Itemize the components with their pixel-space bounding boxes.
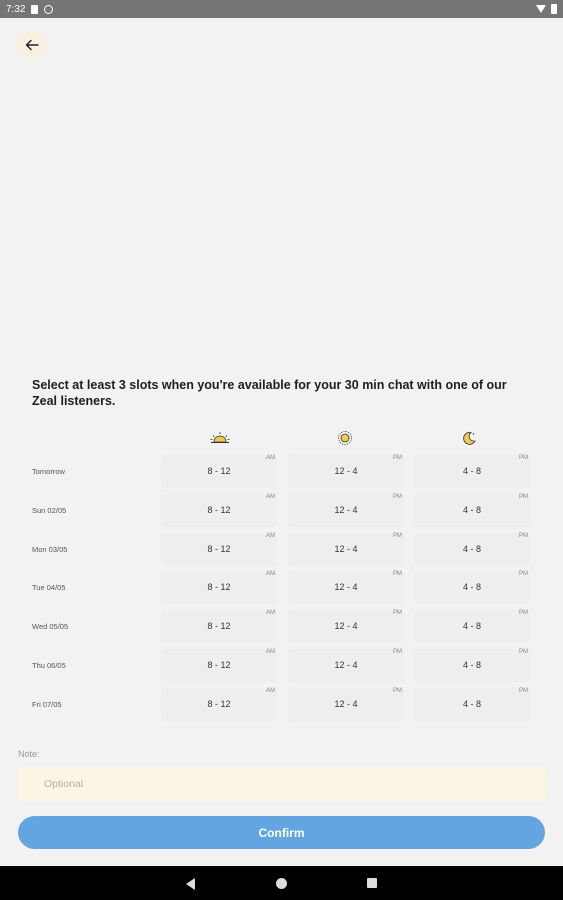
time-slot[interactable]: 4 - 8 PM (414, 571, 530, 605)
sunrise-icon (210, 429, 230, 447)
slot-period: PM (393, 493, 402, 500)
slot-period: PM (519, 571, 528, 578)
slot-range: 12 - 4 (334, 621, 358, 632)
day-label: Tomorrow (32, 467, 65, 476)
time-slot[interactable]: 12 - 4 PM (288, 649, 404, 682)
time-slot[interactable]: 12 - 4 PM (288, 610, 404, 644)
slot-range: 8 - 12 (207, 466, 231, 476)
time-slot[interactable]: 12 - 4 PM (288, 493, 404, 527)
slot-range: 4 - 8 (462, 582, 481, 593)
time-slot[interactable]: 12 - 4 PM (288, 571, 404, 605)
day-label: Tue 04/05 (32, 583, 66, 593)
arrow-left-icon (25, 39, 39, 51)
slot-period: PM (519, 455, 528, 461)
slot-range: 12 - 4 (334, 660, 358, 670)
nav-bar (0, 866, 563, 900)
time-slot[interactable]: 8 - 12 AM (161, 455, 277, 488)
time-slot[interactable]: 4 - 8 PM (414, 649, 530, 682)
time-slot[interactable]: 8 - 12 AM (161, 532, 277, 566)
time-slot[interactable]: 8 - 12 AM (161, 649, 277, 682)
slot-period: AM (266, 455, 275, 461)
slot-range: 4 - 8 (462, 504, 481, 515)
slot-range: 8 - 12 (207, 543, 231, 554)
note-label: Note: (18, 749, 40, 759)
status-time: 7:32 (6, 3, 26, 15)
slot-period: PM (519, 493, 528, 500)
slot-period: AM (266, 610, 275, 617)
slot-range: 4 - 8 (462, 621, 481, 632)
slot-range: 8 - 12 (207, 698, 231, 709)
nav-back-icon[interactable] (186, 878, 195, 890)
day-label: Wed 05/05 (32, 622, 69, 632)
sun-icon (335, 429, 355, 447)
slot-range: 8 - 12 (207, 582, 231, 593)
slot-period: PM (519, 532, 528, 539)
slot-period: AM (266, 571, 275, 578)
time-slot[interactable]: 8 - 12 AM (161, 493, 277, 527)
time-slot[interactable]: 8 - 12 AM (161, 687, 277, 721)
slot-period: PM (519, 687, 528, 694)
time-slot[interactable]: 4 - 8 PM (414, 455, 530, 488)
wifi-icon (536, 5, 546, 13)
moon-icon (459, 429, 479, 447)
day-label: Sun 02/05 (32, 505, 67, 515)
slot-range: 8 - 12 (207, 504, 231, 515)
time-slot[interactable]: 12 - 4 PM (288, 687, 404, 721)
confirm-button[interactable]: Confirm (18, 816, 545, 849)
slot-period: PM (393, 571, 402, 578)
slot-period: PM (393, 610, 402, 617)
sd-card-icon (31, 4, 39, 14)
slot-period: PM (393, 649, 402, 655)
nav-recents-icon[interactable] (367, 878, 377, 888)
instruction-text: Select at least 3 slots when you're avai… (32, 378, 507, 408)
slot-range: 4 - 8 (462, 660, 481, 670)
status-bar: 7:32 (0, 0, 563, 18)
slot-range: 8 - 12 (207, 621, 231, 632)
slot-period: PM (393, 455, 402, 461)
slot-period: PM (519, 610, 528, 617)
time-slot[interactable]: 4 - 8 PM (414, 610, 530, 644)
day-label: Thu 06/05 (32, 661, 66, 670)
slot-range: 12 - 4 (334, 698, 358, 709)
nav-home-icon[interactable] (276, 878, 287, 889)
sync-icon (44, 4, 54, 14)
back-button[interactable] (17, 30, 47, 60)
slot-range: 8 - 12 (207, 660, 231, 670)
note-input[interactable] (18, 767, 545, 801)
time-slot[interactable]: 4 - 8 PM (414, 687, 530, 721)
slot-range: 4 - 8 (462, 543, 481, 554)
slot-range: 4 - 8 (462, 698, 481, 709)
slot-period: AM (266, 687, 275, 694)
time-slot[interactable]: 12 - 4 PM (288, 455, 404, 488)
slot-range: 12 - 4 (334, 504, 358, 515)
day-label: Fri 07/05 (32, 699, 62, 709)
time-slot[interactable]: 4 - 8 PM (414, 532, 530, 566)
slot-range: 12 - 4 (334, 543, 358, 554)
day-label: Mon 03/05 (32, 544, 68, 554)
time-slot[interactable]: 8 - 12 AM (161, 571, 277, 605)
slot-period: PM (393, 687, 402, 694)
slot-period: AM (266, 649, 275, 655)
time-slot[interactable]: 12 - 4 PM (288, 532, 404, 566)
slot-range: 12 - 4 (334, 466, 358, 476)
slot-range: 12 - 4 (334, 582, 358, 593)
battery-icon (551, 4, 557, 14)
slot-range: 4 - 8 (462, 466, 481, 476)
time-slot[interactable]: 8 - 12 AM (161, 610, 277, 644)
slot-period: PM (519, 649, 528, 655)
slot-period: AM (266, 532, 275, 539)
slot-period: PM (393, 532, 402, 539)
time-slot[interactable]: 4 - 8 PM (414, 493, 530, 527)
slot-period: AM (266, 493, 275, 500)
